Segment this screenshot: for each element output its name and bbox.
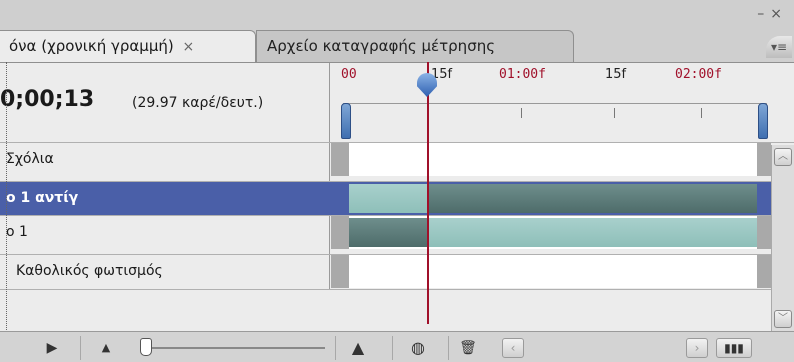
track-gutter <box>331 255 349 288</box>
ruler-tick <box>701 108 702 118</box>
close-window-icon[interactable]: × <box>770 6 788 22</box>
track-global-light[interactable] <box>331 255 771 288</box>
ruler-label-00: 00 <box>341 67 357 82</box>
layer-label: Σχόλια <box>6 151 54 167</box>
trash-icon[interactable]: 🗑 <box>456 337 480 359</box>
toolbar-separator <box>392 336 393 360</box>
tab-measurement-log-label: Αρχείο καταγραφής μέτρησης <box>267 37 496 55</box>
track-gutter <box>331 216 349 249</box>
time-ruler[interactable]: 00 15f 01:00f 15f 02:00f <box>331 63 771 151</box>
vertical-scrollbar[interactable] <box>771 145 794 331</box>
scroll-down-icon[interactable]: ﹀ <box>774 310 792 328</box>
ruler-tick <box>521 108 522 118</box>
track-gutter <box>331 143 349 176</box>
frames-view-icon[interactable]: ▮▮▮ <box>716 338 752 358</box>
work-area-bar[interactable] <box>343 103 767 139</box>
zoom-slider-knob[interactable] <box>140 338 152 356</box>
toolbar-separator <box>80 336 81 360</box>
clip-light[interactable] <box>349 184 427 213</box>
bottom-toolbar: ▶ ▲ ▲ ◍ 🗑 ‹ › ▮▮▮ <box>0 331 794 362</box>
track-empty <box>331 290 771 331</box>
scroll-left-icon[interactable]: ‹ <box>502 338 524 358</box>
ruler-label-15f-2: 15f <box>605 67 627 82</box>
toolbar-separator <box>335 336 336 360</box>
play-frames-icon[interactable]: ▶ <box>40 337 64 359</box>
minimize-icon[interactable]: – <box>757 6 770 22</box>
window-controls[interactable]: –× <box>757 6 788 22</box>
clip-light[interactable] <box>429 218 757 247</box>
panel-menu-icon[interactable]: ▾≡ <box>766 36 792 58</box>
track-comments[interactable] <box>331 143 771 176</box>
panel-edge <box>6 62 7 362</box>
frame-rate: (29.97 καρέ/δευτ.) <box>132 95 264 111</box>
layer-label: Καθολικός φωτισμός <box>16 263 163 279</box>
tab-timeline-label: όνα (χρονική γραμμή) <box>9 37 174 55</box>
scroll-right-icon[interactable]: › <box>686 338 708 358</box>
scroll-up-icon[interactable]: ︿ <box>774 148 792 166</box>
track-gutter <box>757 255 771 288</box>
clip-dark[interactable] <box>349 218 427 247</box>
ruler-tick <box>614 108 615 118</box>
current-time[interactable]: 0;00;13 <box>0 87 94 112</box>
layer-label: ο 1 <box>6 224 28 240</box>
ruler-label-02-00f: 02:00f <box>675 67 722 82</box>
zoom-in-icon[interactable]: ▲ <box>340 337 376 359</box>
zoom-out-icon[interactable]: ▲ <box>96 337 116 359</box>
ruler-label-01-00f: 01:00f <box>499 67 546 82</box>
playhead-line[interactable] <box>427 62 429 324</box>
clip-dark[interactable] <box>429 184 757 213</box>
toolbar-separator <box>448 336 449 360</box>
work-area-end-handle[interactable] <box>758 103 768 139</box>
track-gutter <box>757 143 771 176</box>
tab-measurement-log[interactable]: Αρχείο καταγραφής μέτρησης <box>256 30 574 62</box>
tab-timeline[interactable]: όνα (χρονική γραμμή) × <box>0 30 256 62</box>
work-area-start-handle[interactable] <box>341 103 351 139</box>
zoom-slider[interactable] <box>150 347 325 349</box>
panel-tab-bar: –× όνα (χρονική γραμμή) × Αρχείο καταγρα… <box>0 0 794 62</box>
track-gutter <box>757 216 771 249</box>
tween-icon[interactable]: ◍ <box>405 337 431 359</box>
close-tab-icon[interactable]: × <box>183 39 195 55</box>
layer-label: ο 1 αντίγ <box>0 182 330 215</box>
